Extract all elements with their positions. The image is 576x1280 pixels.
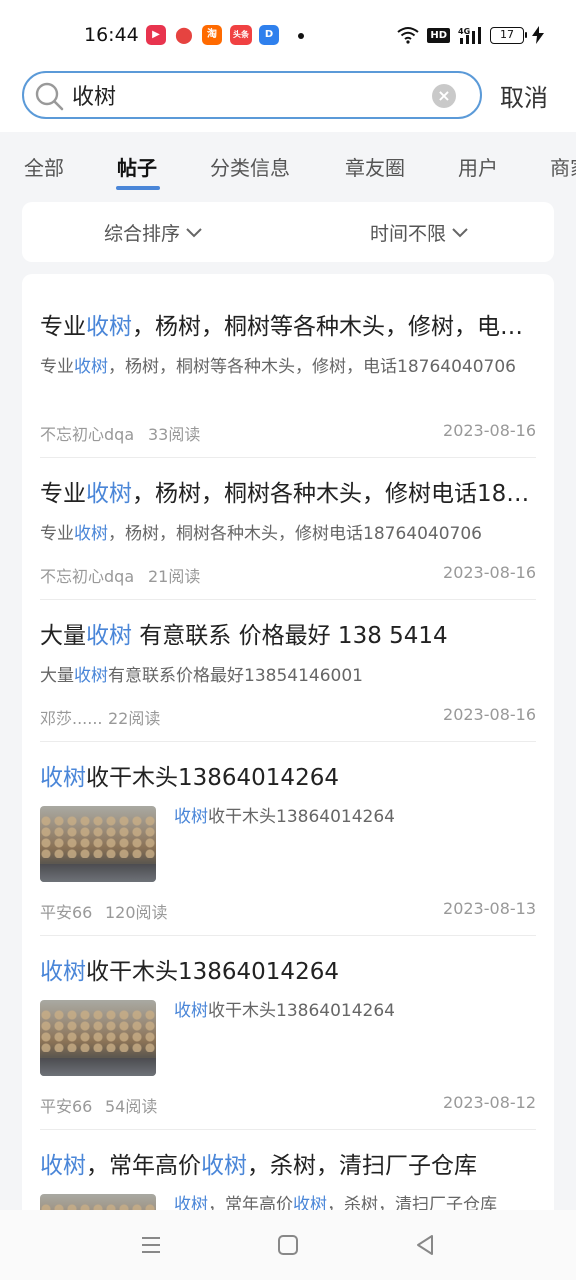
post-author: 邓莎...... <box>40 709 103 728</box>
signal-icon: 4G <box>458 27 481 44</box>
taobao-app-icon: 淘 <box>202 25 222 45</box>
post-item[interactable]: 专业收树，杨树，桐树等各种木头，修树，电话18764040706 专业收树，杨树… <box>40 274 536 458</box>
filter-bar: 综合排序 时间不限 <box>22 202 554 262</box>
keyword-highlight: 收树 <box>40 1153 86 1179</box>
chevron-down-icon <box>186 227 202 237</box>
post-author: 不忘初心dqa <box>40 425 135 444</box>
post-item[interactable]: 收树收干木头13864014264 收树收干木头13864014264 平安66… <box>40 742 536 936</box>
sort-filter-label: 综合排序 <box>104 223 181 245</box>
post-item[interactable]: 专业收树，杨树，桐树各种木头，修树电话18764040706 专业收树，杨树，桐… <box>40 458 536 600</box>
post-summary: 收树收干木头13864014264 <box>174 1001 395 1021</box>
clear-icon[interactable]: × <box>432 84 456 108</box>
tab-users[interactable]: 用户 <box>458 152 498 181</box>
home-icon[interactable] <box>275 1232 301 1258</box>
tab-all[interactable]: 全部 <box>24 152 64 181</box>
post-title: 收树，常年高价收树，杀树，清扫厂子仓库 <box>40 1153 477 1179</box>
post-date: 2023-08-13 <box>443 899 536 918</box>
tab-merchants[interactable]: 商家 <box>550 152 576 181</box>
search-header: × 取消 <box>0 70 576 132</box>
status-bar: 16:44 ▶ ⬤ 淘 头条 D HD 4G 17 <box>0 0 576 70</box>
keyword-highlight: 收树 <box>74 357 108 377</box>
tab-posts[interactable]: 帖子 <box>117 152 157 181</box>
tab-classifieds[interactable]: 分类信息 <box>210 152 290 181</box>
d-app-icon: D <box>259 25 279 45</box>
svg-text:4G: 4G <box>458 27 470 36</box>
post-title: 收树收干木头13864014264 <box>40 959 339 985</box>
toutiao-app-icon: 头条 <box>230 25 252 45</box>
search-box[interactable]: × <box>22 71 482 119</box>
keyword-highlight: 收树 <box>86 314 132 340</box>
charging-bolt-icon <box>532 26 544 44</box>
post-read-count: 22阅读 <box>108 709 161 728</box>
tab-zhangyou-circle[interactable]: 章友圈 <box>345 152 405 181</box>
post-read-count: 54阅读 <box>105 1097 158 1116</box>
post-item[interactable]: 收树，常年高价收树，杀树，清扫厂子仓库 收树，常年高价收树，杀树，清扫厂子仓库 <box>40 1130 536 1214</box>
menu-icon[interactable] <box>138 1232 164 1258</box>
post-date: 2023-08-16 <box>443 421 536 440</box>
keyword-highlight: 收树 <box>86 481 132 507</box>
post-meta: 不忘初心dqa 33阅读 2023-08-16 <box>40 421 536 444</box>
post-summary: 大量收树有意联系价格最好13854146001 <box>40 666 363 686</box>
system-navigation-bar <box>0 1210 576 1280</box>
post-thumbnail-image[interactable] <box>40 806 156 882</box>
keyword-highlight: 收树 <box>74 666 108 686</box>
post-item[interactable]: 收树收干木头13864014264 收树收干木头13864014264 平安66… <box>40 936 536 1130</box>
keyword-highlight: 收树 <box>74 524 108 544</box>
wifi-icon <box>397 27 419 44</box>
keyword-highlight: 收树 <box>40 765 86 791</box>
post-read-count: 120阅读 <box>105 903 168 922</box>
keyword-highlight: 收树 <box>40 959 86 985</box>
keyword-highlight: 收树 <box>174 1001 208 1021</box>
post-summary: 收树收干木头13864014264 <box>174 807 395 827</box>
keyword-highlight: 收树 <box>174 807 208 827</box>
post-date: 2023-08-12 <box>443 1093 536 1112</box>
post-item[interactable]: 大量收树 有意联系 价格最好 138 5414 大量收树有意联系价格最好1385… <box>40 600 536 742</box>
back-icon[interactable] <box>412 1232 438 1258</box>
post-title: 收树收干木头13864014264 <box>40 765 339 791</box>
category-tabs: 全部 帖子 分类信息 章友圈 用户 商家 <box>0 132 576 196</box>
time-filter-label: 时间不限 <box>370 223 447 245</box>
post-read-count: 33阅读 <box>148 425 201 444</box>
post-results-list: 专业收树，杨树，桐树等各种木头，修树，电话18764040706 专业收树，杨树… <box>22 274 554 1214</box>
post-summary: 专业收树，杨树，桐树等各种木头，修树，电话18764040706 <box>40 357 516 377</box>
battery-icon: 17 <box>490 26 527 44</box>
post-author: 平安66 <box>40 903 93 922</box>
post-meta: 平安66 120阅读 2023-08-13 <box>40 899 536 922</box>
post-meta: 不忘初心dqa 21阅读 2023-08-16 <box>40 563 536 586</box>
hd-badge: HD <box>427 27 450 43</box>
post-title: 专业收树，杨树，桐树等各种木头，修树，电话18764040706 <box>40 314 536 340</box>
post-read-count: 21阅读 <box>148 567 201 586</box>
time-filter[interactable]: 时间不限 <box>370 219 468 246</box>
chevron-down-icon <box>452 227 468 237</box>
post-author: 不忘初心dqa <box>40 567 135 586</box>
map-pin-app-icon: ⬤ <box>174 25 194 45</box>
cancel-button[interactable]: 取消 <box>500 78 548 113</box>
search-icon <box>35 82 64 111</box>
active-tab-indicator <box>116 186 160 190</box>
post-date: 2023-08-16 <box>443 563 536 582</box>
status-time: 16:44 <box>84 24 139 46</box>
sort-filter[interactable]: 综合排序 <box>104 219 202 246</box>
notification-dot-icon <box>298 33 304 39</box>
post-title: 大量收树 有意联系 价格最好 138 5414 <box>40 623 448 649</box>
post-thumbnail-image[interactable] <box>40 1000 156 1076</box>
post-date: 2023-08-16 <box>443 705 536 724</box>
system-status-icons: HD 4G 17 <box>397 24 544 46</box>
post-meta: 邓莎...... 22阅读 2023-08-16 <box>40 705 536 728</box>
keyword-highlight: 收树 <box>86 623 132 649</box>
post-title: 专业收树，杨树，桐树各种木头，修树电话18764040706 <box>40 481 536 507</box>
post-author: 平安66 <box>40 1097 93 1116</box>
post-summary: 专业收树，杨树，桐树各种木头，修树电话18764040706 <box>40 524 482 544</box>
keyword-highlight: 收树 <box>201 1153 247 1179</box>
search-input[interactable] <box>72 79 412 111</box>
video-app-icon: ▶ <box>146 25 166 45</box>
post-meta: 平安66 54阅读 2023-08-12 <box>40 1093 536 1116</box>
